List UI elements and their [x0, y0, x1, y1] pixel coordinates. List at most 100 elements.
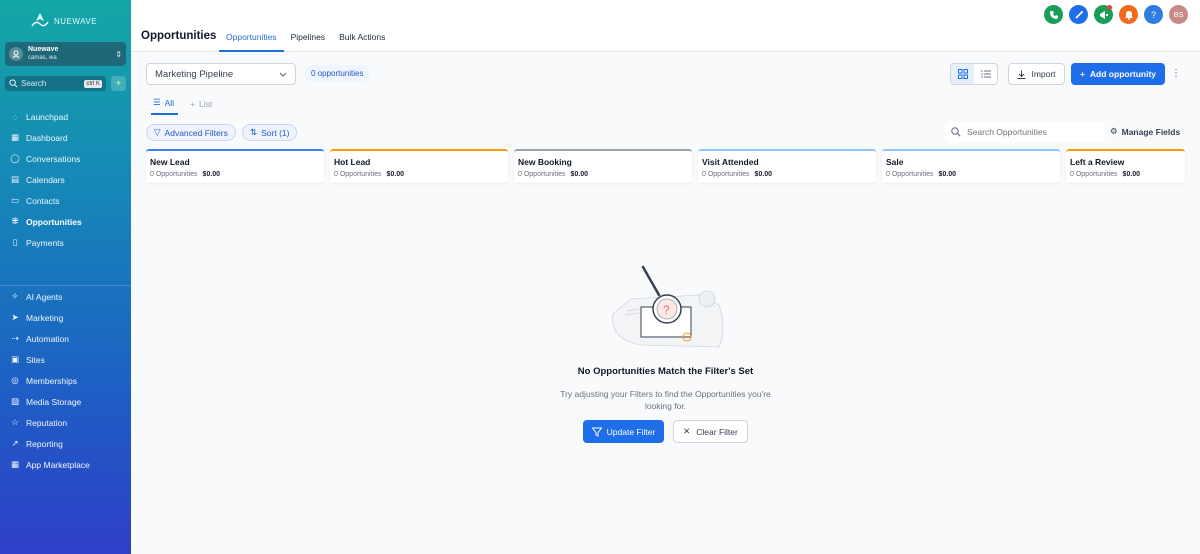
stage-meta: 0 Opportunities $0.00	[702, 171, 773, 178]
subtab-all[interactable]: ☰ All	[151, 97, 179, 115]
chat-icon: ◯	[10, 153, 20, 163]
calendar-icon: ▤	[10, 174, 20, 184]
stage-column[interactable]: Visit Attended 0 Opportunities $0.00	[698, 149, 876, 183]
pipeline-select-value: Marketing Pipeline	[155, 68, 234, 80]
grid-view-icon	[957, 69, 968, 79]
pipeline-stages: New Lead 0 Opportunities $0.00 Hot Lead 0…	[146, 149, 1185, 183]
stage-column[interactable]: Hot Lead 0 Opportunities $0.00	[330, 149, 508, 183]
wave-logo-icon	[31, 13, 49, 27]
stage-meta: 0 Opportunities $0.00	[334, 171, 405, 178]
notification-dot	[1107, 5, 1112, 10]
sidebar-item-contacts[interactable]: ▭ Contacts	[0, 190, 131, 211]
view-toggle	[950, 63, 998, 85]
main-content: Marketing Pipeline 0 opportunities Impor…	[131, 53, 1200, 554]
help-button[interactable]: ?	[1144, 5, 1163, 24]
sort-icon: ⇅	[250, 127, 258, 137]
sidebar-item-automation[interactable]: ⇢ Automation	[0, 328, 131, 349]
header-actions: ? BS	[1044, 5, 1200, 24]
update-filter-button[interactable]: Update Filter	[583, 420, 664, 443]
sidebar-item-dashboard[interactable]: ▦ Dashboard	[0, 127, 131, 148]
flow-icon: ⇢	[11, 333, 19, 343]
rocket-icon: ◌	[12, 111, 18, 122]
tab-pipelines[interactable]: Pipelines	[284, 28, 333, 52]
search-shortcut: ctrl K	[84, 79, 102, 88]
advanced-filters-button[interactable]: ▽ Advanced Filters	[146, 124, 236, 141]
user-avatar[interactable]: BS	[1169, 5, 1188, 24]
megaphone-icon	[1099, 10, 1108, 19]
ai-sparkle-button[interactable]: ✦	[111, 76, 126, 91]
header-tabs: Opportunities Pipelines Bulk Actions	[219, 28, 392, 52]
gear-icon: ⚙	[1110, 126, 1118, 136]
sort-button[interactable]: ⇅ Sort (1)	[242, 124, 298, 141]
stage-name: New Lead	[150, 157, 190, 167]
list-view-button[interactable]	[974, 64, 997, 84]
stage-name: Hot Lead	[334, 157, 371, 167]
sidebar-search[interactable]: Search ctrl K	[5, 76, 106, 91]
sidebar-nav-secondary: ✧ AI Agents ➤ Marketing ⇢ Automation ▣ Sites…	[0, 286, 131, 475]
brand-logo[interactable]: NUEWAVE	[30, 9, 104, 33]
opportunity-search	[945, 122, 1105, 142]
sidebar-item-app-marketplace[interactable]: ▦ App Marketplace	[0, 454, 131, 475]
sparkle-icon: ✧	[11, 291, 19, 301]
stage-meta: 0 Opportunities $0.00	[1070, 171, 1141, 178]
sidebar-item-opportunities[interactable]: ⁜ Opportunities	[0, 211, 131, 232]
notifications-button[interactable]	[1119, 5, 1138, 24]
search-icon	[951, 127, 961, 137]
filter-icon	[591, 427, 602, 437]
network-icon: ⁜	[11, 216, 19, 226]
star-icon: ☆	[11, 417, 19, 427]
badge-icon: ◎	[11, 375, 19, 385]
subtab-add-list[interactable]: + List	[190, 97, 212, 115]
stage-column[interactable]: New Booking 0 Opportunities $0.00	[514, 149, 692, 183]
sidebar-item-calendars[interactable]: ▤ Calendars	[0, 169, 131, 190]
pipeline-select[interactable]: Marketing Pipeline	[146, 63, 296, 85]
sidebar-item-marketing[interactable]: ➤ Marketing	[0, 307, 131, 328]
sidebar-item-reporting[interactable]: ↗ Reporting	[0, 433, 131, 454]
stage-name: Sale	[886, 157, 904, 167]
sidebar-item-memberships[interactable]: ◎ Memberships	[0, 370, 131, 391]
receipt-icon: ▯	[12, 237, 18, 247]
sidebar-item-reputation[interactable]: ☆ Reputation	[0, 412, 131, 433]
announcements-button[interactable]	[1094, 5, 1113, 24]
sidebar-nav-main: ◌ Launchpad ▦ Dashboard ◯ Conversations ▤ Ca…	[0, 106, 131, 253]
trend-icon: ↗	[11, 438, 19, 448]
magic-wand-button[interactable]	[1069, 5, 1088, 24]
import-button[interactable]: Import	[1008, 63, 1065, 85]
stage-column[interactable]: New Lead 0 Opportunities $0.00	[146, 149, 324, 183]
plus-icon: +	[1079, 69, 1085, 79]
stage-name: Left a Review	[1070, 157, 1125, 167]
location-pin-icon	[9, 47, 23, 61]
svg-text:?: ?	[663, 303, 670, 317]
phone-button[interactable]	[1044, 5, 1063, 24]
tab-bulk-actions[interactable]: Bulk Actions	[332, 28, 392, 52]
manage-fields-button[interactable]: ⚙ Manage Fields	[1110, 126, 1180, 137]
board-view-button[interactable]	[951, 64, 974, 84]
sidebar-item-media-storage[interactable]: ▨ Media Storage	[0, 391, 131, 412]
search-icon	[9, 79, 18, 88]
sidebar: NUEWAVE Nuewave camas, wa ⇕ Search ctrl …	[0, 0, 131, 554]
stage-column[interactable]: Left a Review 0 Opportunities $0.00	[1066, 149, 1185, 183]
magnifier-empty-icon: ?	[612, 265, 724, 348]
filter-icon: ▽	[154, 127, 161, 137]
clear-filter-button[interactable]: ✕ Clear Filter	[673, 420, 748, 443]
close-icon: ✕	[683, 426, 691, 436]
account-switcher[interactable]: Nuewave camas, wa ⇕	[5, 42, 126, 66]
stage-column[interactable]: Sale 0 Opportunities $0.00	[882, 149, 1060, 183]
tab-opportunities[interactable]: Opportunities	[219, 28, 284, 52]
opportunity-count-badge: 0 opportunities	[305, 65, 370, 81]
top-header: Opportunities Opportunities Pipelines Bu…	[131, 0, 1200, 52]
bell-icon	[1124, 10, 1133, 20]
empty-state-title: No Opportunities Match the Filter's Set	[577, 366, 754, 377]
more-options-icon[interactable]: ⋮	[1171, 67, 1181, 81]
sidebar-item-payments[interactable]: ▯ Payments	[0, 232, 131, 253]
grid-icon: ▦	[10, 132, 20, 142]
contact-icon: ▭	[10, 195, 20, 205]
opportunity-search-input[interactable]	[967, 127, 1097, 137]
sidebar-item-conversations[interactable]: ◯ Conversations	[0, 148, 131, 169]
add-opportunity-button[interactable]: + Add opportunity	[1071, 63, 1165, 85]
sidebar-item-ai-agents[interactable]: ✧ AI Agents	[0, 286, 131, 307]
send-icon: ➤	[11, 312, 19, 322]
sidebar-item-sites[interactable]: ▣ Sites	[0, 349, 131, 370]
empty-state-description: Try adjusting your Filters to find the O…	[560, 389, 771, 411]
sidebar-item-launchpad[interactable]: ◌ Launchpad	[0, 106, 131, 127]
